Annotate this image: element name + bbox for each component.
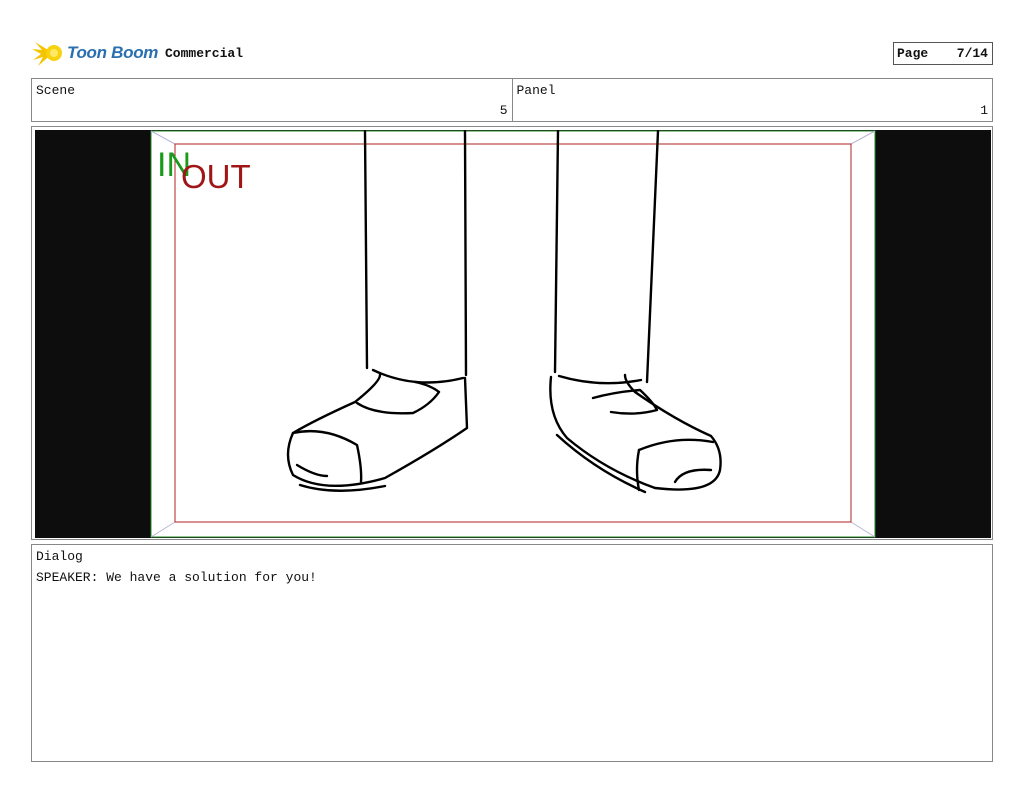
page-indicator: Page 7/14 [893, 42, 993, 65]
logo-text: Toon Boom [67, 43, 159, 62]
storyboard-panel: IN OUT [31, 126, 993, 540]
page-header: Toon Boom Commercial Page 7/14 [31, 36, 993, 70]
dialog-box: Dialog SPEAKER: We have a solution for y… [31, 544, 993, 762]
dialog-text: SPEAKER: We have a solution for you! [36, 570, 317, 585]
burst-icon [32, 42, 62, 66]
panel-cell: Panel 1 [511, 79, 993, 121]
panel-value: 1 [980, 103, 988, 118]
toon-boom-logo: Toon Boom [31, 38, 158, 68]
dialog-label: Dialog [36, 549, 83, 564]
page-label: Page [897, 46, 929, 61]
scene-value: 5 [499, 103, 508, 118]
scene-panel-row: Scene 5 Panel 1 [31, 78, 993, 122]
camera-in-frame [150, 130, 876, 538]
out-label: OUT [181, 158, 251, 195]
scene-label: Scene [36, 83, 76, 98]
project-title: Commercial [165, 46, 244, 61]
panel-drawing: IN OUT [35, 130, 991, 538]
panel-label: Panel [516, 83, 556, 98]
scene-cell: Scene 5 [32, 79, 512, 121]
page-number: 7/14 [956, 46, 988, 61]
left-leg-inner [463, 130, 468, 377]
